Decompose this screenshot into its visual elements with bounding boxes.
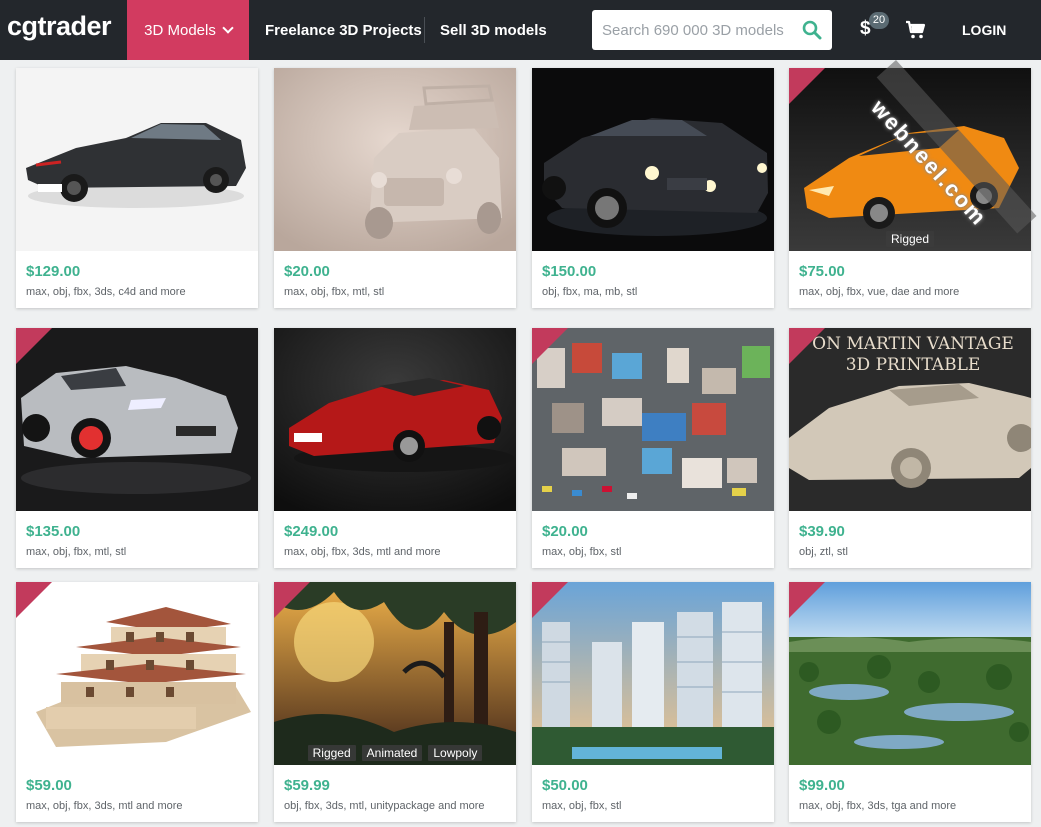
product-formats: max, obj, fbx, stl	[542, 546, 622, 558]
login-link[interactable]: LOGIN	[962, 22, 1006, 38]
product-formats: max, obj, fbx, stl	[542, 800, 622, 812]
product-image	[16, 68, 258, 251]
search-icon[interactable]	[802, 20, 822, 40]
cart-icon[interactable]	[905, 20, 927, 40]
product-price: $50.00	[542, 777, 588, 794]
product-price: $249.00	[284, 523, 339, 540]
product-image: ON MARTIN VANTAGE 3D PRINTABLE	[789, 328, 1031, 511]
product-formats: max, obj, fbx, mtl, stl	[284, 286, 385, 298]
cgtrader-logo[interactable]: cgtrader	[7, 11, 112, 42]
product-card[interactable]: $50.00 max, obj, fbx, stl	[532, 582, 774, 822]
product-price: $20.00	[542, 523, 588, 540]
top-navbar: cgtrader 3D Models Freelance 3D Projects…	[0, 0, 1041, 60]
product-card[interactable]: $249.00 max, obj, fbx, 3ds, mtl and more	[274, 328, 516, 568]
sale-ribbon-icon	[532, 328, 568, 364]
sale-ribbon-icon	[789, 68, 825, 104]
product-image	[532, 328, 774, 511]
product-price: $39.90	[799, 523, 845, 540]
product-image	[532, 68, 774, 251]
product-card[interactable]: $20.00 max, obj, fbx, stl	[532, 328, 774, 568]
tag-animated: Animated	[361, 745, 423, 761]
product-image	[16, 582, 258, 765]
product-image	[274, 68, 516, 251]
tag-lowpoly: Lowpoly	[428, 745, 483, 761]
product-formats: obj, fbx, ma, mb, stl	[542, 286, 638, 298]
sale-ribbon-icon	[16, 328, 52, 364]
search-input[interactable]	[592, 10, 792, 50]
nav-3d-models-dropdown[interactable]: 3D Models	[127, 0, 249, 60]
product-image	[16, 328, 258, 511]
sale-ribbon-icon	[532, 582, 568, 618]
product-image	[789, 582, 1031, 765]
product-formats: obj, fbx, 3ds, mtl, unitypackage and mor…	[284, 800, 485, 812]
product-price: $75.00	[799, 263, 845, 280]
tag-rigged: Rigged	[307, 745, 356, 761]
chevron-down-icon	[222, 21, 234, 34]
product-formats: max, obj, fbx, 3ds, mtl and more	[26, 800, 183, 812]
product-card[interactable]: $99.00 max, obj, fbx, 3ds, tga and more	[789, 582, 1031, 822]
image-caption: ON MARTIN VANTAGE 3D PRINTABLE	[812, 334, 1014, 375]
product-formats: max, obj, fbx, 3ds, mtl and more	[284, 546, 441, 558]
product-card[interactable]: $129.00 max, obj, fbx, 3ds, c4d and more	[16, 68, 258, 308]
product-price: $20.00	[284, 263, 330, 280]
nav-divider	[424, 17, 425, 43]
product-price: $59.99	[284, 777, 330, 794]
sale-ribbon-icon	[789, 328, 825, 364]
product-formats: max, obj, fbx, vue, dae and more	[799, 286, 960, 298]
product-image: Rigged Animated Lowpoly	[274, 582, 516, 765]
nav-sell-link[interactable]: Sell 3D models	[440, 0, 547, 60]
nav-3d-models-label: 3D Models	[144, 21, 216, 39]
sale-ribbon-icon	[274, 582, 310, 618]
sale-ribbon-icon	[16, 582, 52, 618]
product-card[interactable]: $20.00 max, obj, fbx, mtl, stl	[274, 68, 516, 308]
product-price: $59.00	[26, 777, 72, 794]
product-card[interactable]: ON MARTIN VANTAGE 3D PRINTABLE $39.90 ob…	[789, 328, 1031, 568]
product-card[interactable]: $150.00 obj, fbx, ma, mb, stl	[532, 68, 774, 308]
product-card[interactable]: $135.00 max, obj, fbx, mtl, stl	[16, 328, 258, 568]
product-price: $135.00	[26, 523, 81, 540]
product-formats: max, obj, fbx, 3ds, c4d and more	[26, 286, 186, 298]
search-box	[592, 10, 832, 50]
product-card[interactable]: Rigged Animated Lowpoly $59.99 obj, fbx,…	[274, 582, 516, 822]
product-image	[532, 582, 774, 765]
nav-freelance-link[interactable]: Freelance 3D Projects	[265, 0, 422, 60]
product-card[interactable]: $59.00 max, obj, fbx, 3ds, mtl and more	[16, 582, 258, 822]
product-tags: Rigged Animated Lowpoly	[274, 745, 516, 765]
product-formats: max, obj, fbx, mtl, stl	[26, 546, 127, 558]
product-image	[274, 328, 516, 511]
tag-rigged: Rigged	[885, 231, 935, 247]
product-price: $99.00	[799, 777, 845, 794]
product-price: $129.00	[26, 263, 81, 280]
product-price: $150.00	[542, 263, 597, 280]
product-formats: max, obj, fbx, 3ds, tga and more	[799, 800, 957, 812]
sale-ribbon-icon	[789, 582, 825, 618]
product-formats: obj, ztl, stl	[799, 546, 848, 558]
product-tags: Rigged	[789, 231, 1031, 251]
wallet-badge: 20	[869, 12, 889, 29]
